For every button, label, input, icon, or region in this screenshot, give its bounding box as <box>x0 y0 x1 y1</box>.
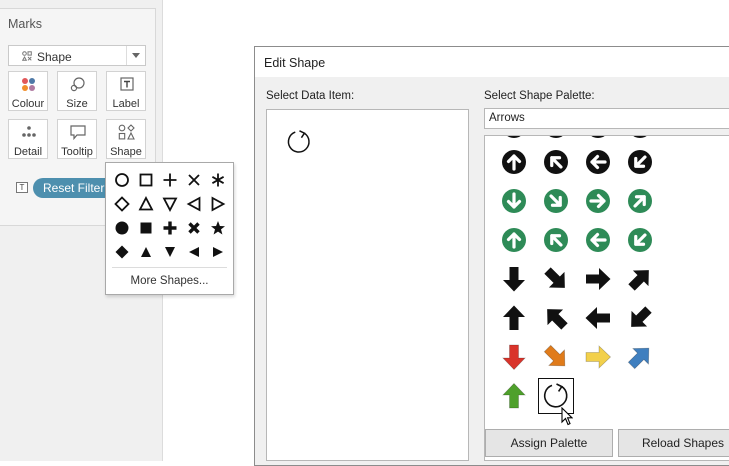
shape-button[interactable]: Shape <box>106 119 146 159</box>
arrow-down-green-circle-icon[interactable] <box>499 186 529 216</box>
detail-icon <box>22 126 36 137</box>
arrow-left-black-icon[interactable] <box>583 303 613 333</box>
tooltip-label: Tooltip <box>61 146 93 158</box>
arrow-upleft-black-circle-icon[interactable] <box>541 147 571 177</box>
arrow-partial-icon[interactable] <box>583 136 613 141</box>
triangle-right-outline-icon[interactable] <box>206 192 230 216</box>
arrow-downleft-black-icon[interactable] <box>625 303 655 333</box>
detail-label: Detail <box>13 146 43 158</box>
shape-icon <box>118 124 135 140</box>
colour-icon <box>22 78 35 91</box>
colour-button[interactable]: Colour <box>8 71 48 111</box>
cross-bold-icon[interactable] <box>182 216 206 240</box>
arrow-upleft-green-circle-icon[interactable] <box>541 225 571 255</box>
data-item-label: Select Data Item: <box>266 90 355 102</box>
arrow-right-yellow-icon[interactable] <box>583 342 613 372</box>
star-icon[interactable] <box>206 216 230 240</box>
popup-divider <box>112 267 227 268</box>
arrow-downright-green-circle-icon[interactable] <box>541 186 571 216</box>
arrow-up-black-circle-icon[interactable] <box>499 147 529 177</box>
tooltip-icon <box>70 125 86 140</box>
triangle-right-filled-icon[interactable] <box>206 240 230 264</box>
mouse-cursor-icon <box>561 407 573 426</box>
size-button[interactable]: Size <box>57 71 97 111</box>
size-icon <box>70 77 85 92</box>
triangle-up-outline-icon[interactable] <box>134 192 158 216</box>
mark-type-label: Shape <box>37 50 72 64</box>
dialog-titlebar[interactable]: Edit Shape <box>255 47 729 77</box>
edit-shape-dialog: Edit Shape Select Data Item: Select Shap… <box>254 46 729 466</box>
arrow-partial-icon[interactable] <box>541 136 571 141</box>
label-button[interactable]: Label <box>106 71 146 111</box>
more-shapes-link[interactable]: More Shapes... <box>106 275 233 287</box>
triangle-down-filled-icon[interactable] <box>158 240 182 264</box>
triangle-left-filled-icon[interactable] <box>182 240 206 264</box>
diamond-filled-icon[interactable] <box>110 240 134 264</box>
marks-title: Marks <box>8 17 43 31</box>
mark-type-dropdown[interactable]: Shape <box>8 45 146 66</box>
shape-type-icon <box>22 51 32 61</box>
arrow-downright-black-icon[interactable] <box>541 264 571 294</box>
diamond-outline-icon[interactable] <box>110 192 134 216</box>
shape-label: Shape <box>110 146 142 158</box>
plus-icon[interactable] <box>158 168 182 192</box>
detail-button[interactable]: Detail <box>8 119 48 159</box>
arrow-upright-green-circle-icon[interactable] <box>625 186 655 216</box>
arrow-left-green-circle-icon[interactable] <box>583 225 613 255</box>
arrow-upright-blue-icon[interactable] <box>625 342 655 372</box>
arrow-downleft-green-circle-icon[interactable] <box>625 225 655 255</box>
arrow-upright-black-icon[interactable] <box>625 264 655 294</box>
assign-palette-button[interactable]: Assign Palette <box>485 429 613 457</box>
plus-bold-icon[interactable] <box>158 216 182 240</box>
colour-label: Colour <box>11 98 45 110</box>
arrow-right-green-circle-icon[interactable] <box>583 186 613 216</box>
arrow-up-green-icon[interactable] <box>499 381 529 411</box>
shape-grid <box>110 168 230 264</box>
shape-palette-area[interactable] <box>484 135 729 461</box>
arrow-partial-icon[interactable] <box>625 136 655 141</box>
shape-picker-popup: More Shapes... <box>105 162 234 295</box>
arrow-downleft-black-circle-icon[interactable] <box>625 147 655 177</box>
arrow-partial-icon[interactable] <box>499 136 529 141</box>
arrow-down-black-icon[interactable] <box>499 264 529 294</box>
circle-outline-icon[interactable] <box>110 168 134 192</box>
chevron-down-icon[interactable] <box>126 46 145 65</box>
label-icon <box>120 77 134 91</box>
circle-filled-icon[interactable] <box>110 216 134 240</box>
palette-label: Select Shape Palette: <box>484 90 595 102</box>
text-field-type-icon: T <box>16 182 28 193</box>
asterisk-icon[interactable] <box>206 168 230 192</box>
arrow-right-black-icon[interactable] <box>583 264 613 294</box>
dialog-title: Edit Shape <box>264 56 326 70</box>
label-label: Label <box>112 98 140 110</box>
triangle-down-outline-icon[interactable] <box>158 192 182 216</box>
arrow-downright-orange-icon[interactable] <box>541 342 571 372</box>
arrow-left-black-circle-icon[interactable] <box>583 147 613 177</box>
cross-icon[interactable] <box>182 168 206 192</box>
square-filled-icon[interactable] <box>134 216 158 240</box>
square-outline-icon[interactable] <box>134 168 158 192</box>
palette-dropdown[interactable]: Arrows <box>484 108 729 129</box>
size-label: Size <box>66 98 88 110</box>
tooltip-button[interactable]: Tooltip <box>57 119 97 159</box>
palette-selected-label: Arrows <box>489 112 525 124</box>
reload-shapes-button[interactable]: Reload Shapes <box>618 429 729 457</box>
arrow-up-green-circle-icon[interactable] <box>499 225 529 255</box>
arrow-down-red-icon[interactable] <box>499 342 529 372</box>
arrow-up-black-icon[interactable] <box>499 303 529 333</box>
data-item-list[interactable] <box>266 109 469 461</box>
arrow-upleft-black-icon[interactable] <box>541 303 571 333</box>
refresh-arrow-icon[interactable] <box>285 128 313 156</box>
triangle-left-outline-icon[interactable] <box>182 192 206 216</box>
triangle-up-filled-icon[interactable] <box>134 240 158 264</box>
